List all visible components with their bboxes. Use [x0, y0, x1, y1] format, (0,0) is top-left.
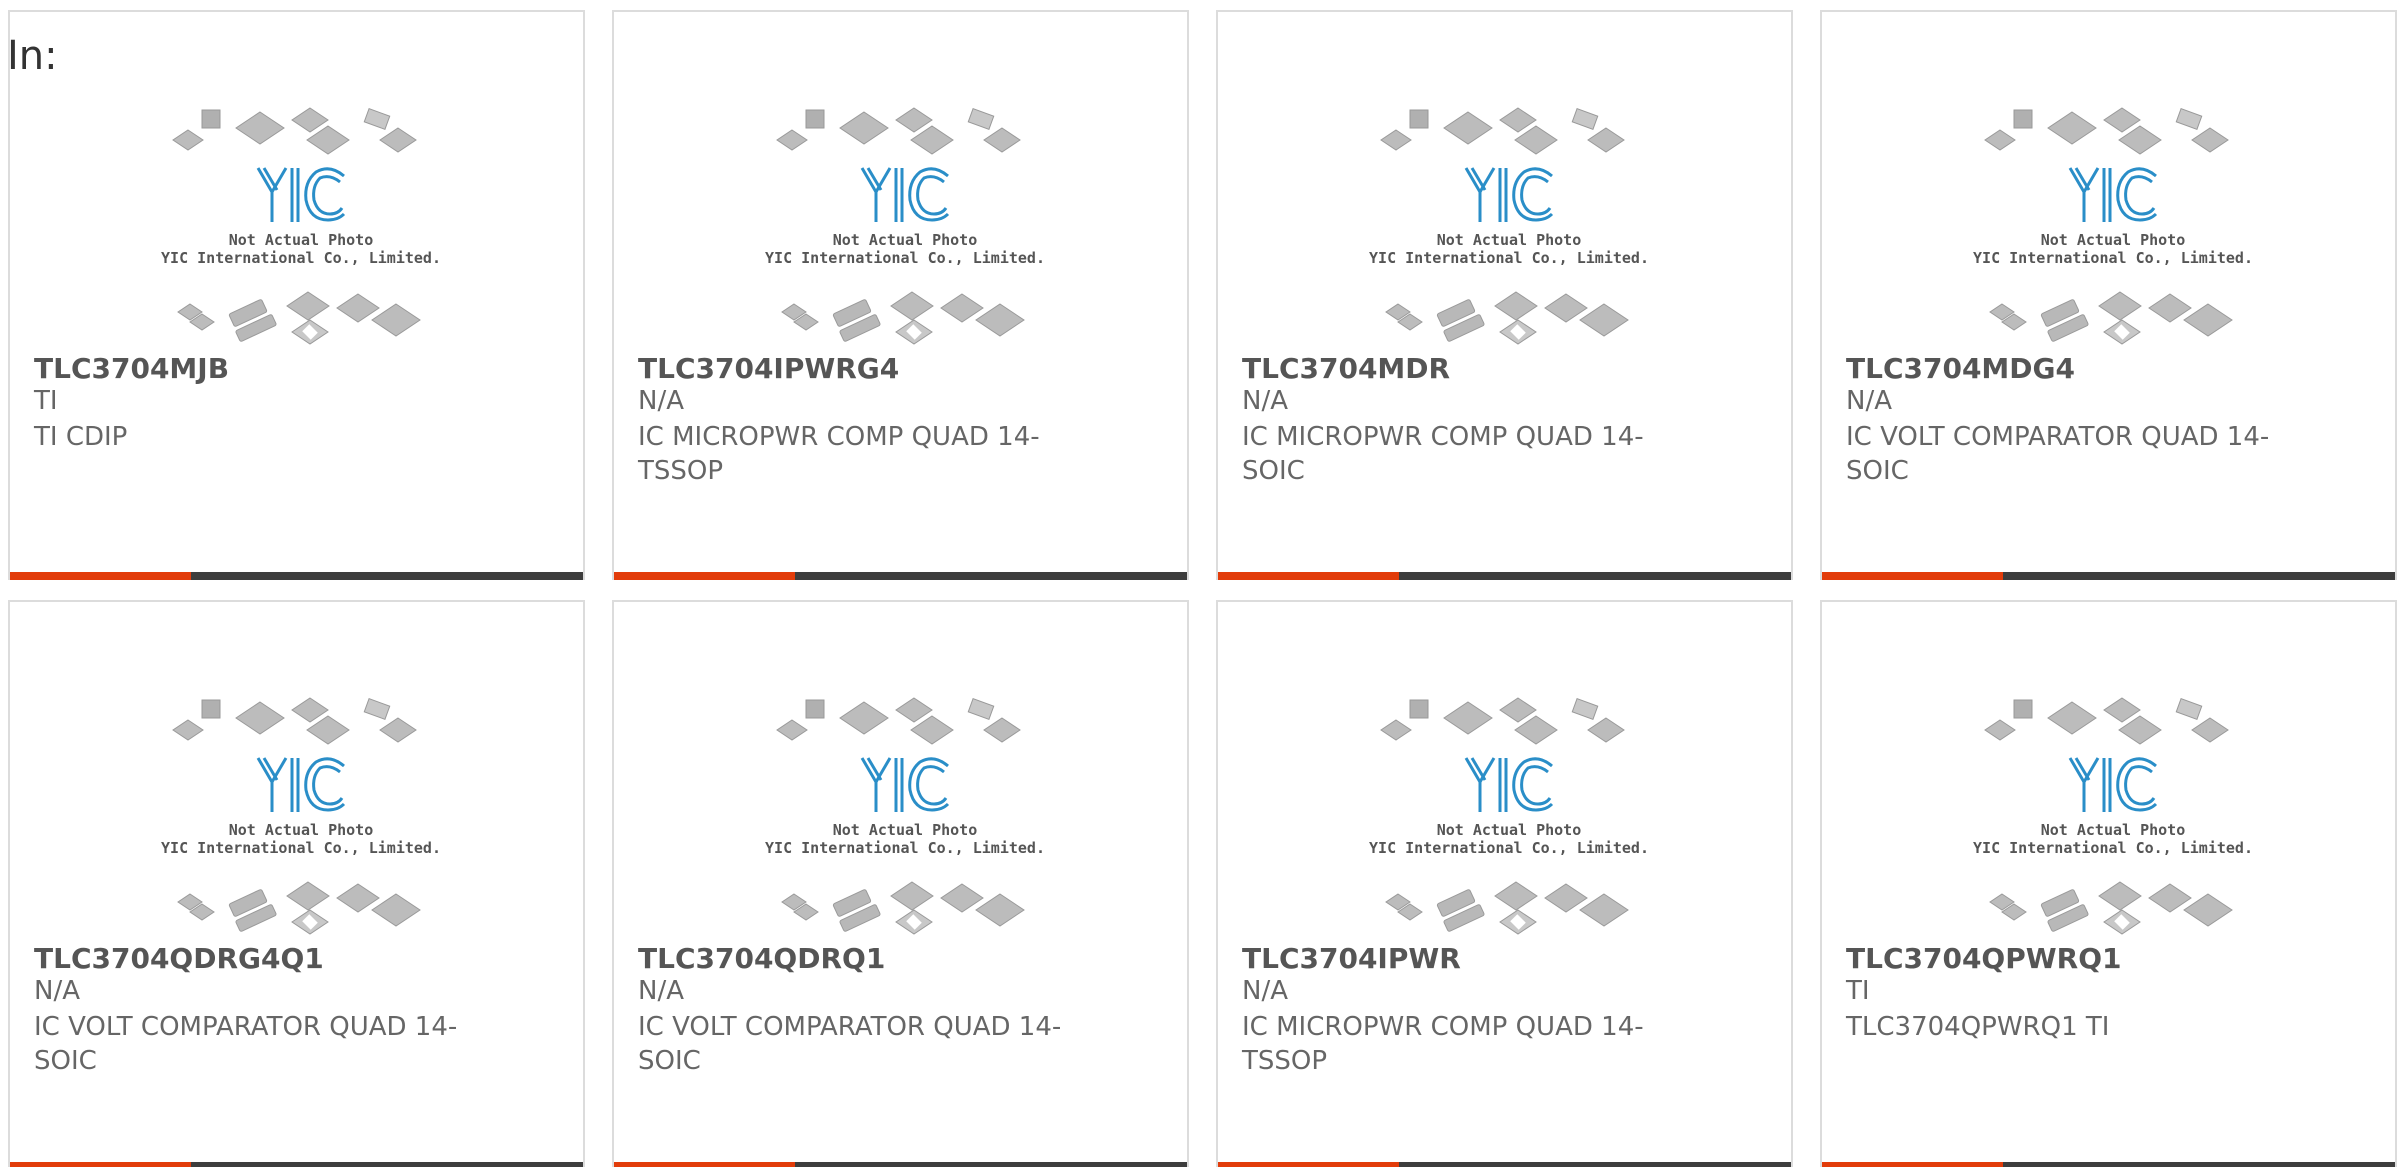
page: In: Not Actual Photo YIC International C… — [0, 0, 2400, 1167]
product-photo-placeholder: Not Actual Photo YIC International Co., … — [765, 697, 1045, 935]
card-accent-bar — [1822, 572, 2003, 580]
in-label: In: — [7, 33, 58, 79]
part-number-link[interactable]: TLC3704QDRQ1 — [638, 942, 885, 975]
chip-shapes-bottom — [177, 881, 421, 935]
product-card[interactable]: Not Actual Photo YIC International Co., … — [1820, 600, 2397, 1167]
yic-logo — [2068, 167, 2158, 222]
card-bottom-bar — [1822, 572, 2395, 580]
placeholder-caption-1: Not Actual Photo — [229, 231, 374, 249]
manufacturer-label: N/A — [1846, 386, 1892, 416]
card-accent-bar — [10, 572, 191, 580]
description-text: TI CDIP — [34, 422, 128, 452]
placeholder-caption-1: Not Actual Photo — [2041, 231, 2186, 249]
product-photo-placeholder: Not Actual Photo YIC International Co., … — [161, 697, 441, 935]
placeholder-caption-2: YIC International Co., Limited. — [1973, 249, 2253, 267]
product-card[interactable]: Not Actual Photo YIC International Co., … — [1820, 10, 2397, 580]
card-bottom-bar — [1822, 1162, 2395, 1167]
placeholder-caption-2: YIC International Co., Limited. — [765, 839, 1045, 857]
yic-logo — [256, 167, 346, 222]
placeholder-caption-2: YIC International Co., Limited. — [1973, 839, 2253, 857]
card-bottom-bar — [614, 572, 1187, 580]
chip-shapes-bottom — [781, 291, 1025, 345]
description-text: IC MICROPWR COMP QUAD 14-SOIC — [1242, 422, 1644, 486]
placeholder-caption-1: Not Actual Photo — [2041, 821, 2186, 839]
chip-shapes-top — [776, 697, 1021, 745]
product-photo-placeholder: Not Actual Photo YIC International Co., … — [765, 107, 1045, 345]
part-number-link[interactable]: TLC3704MJB — [34, 352, 229, 385]
chip-shapes-bottom — [1989, 291, 2233, 345]
manufacturer-label: N/A — [638, 386, 684, 416]
part-number-link[interactable]: TLC3704IPWRG4 — [638, 352, 899, 385]
card-accent-bar — [614, 572, 795, 580]
product-card[interactable]: Not Actual Photo YIC International Co., … — [8, 600, 585, 1167]
description-text: IC VOLT COMPARATOR QUAD 14-SOIC — [34, 1012, 458, 1076]
description-text: IC VOLT COMPARATOR QUAD 14-SOIC — [638, 1012, 1062, 1076]
product-photo-placeholder: Not Actual Photo YIC International Co., … — [1369, 697, 1649, 935]
card-bottom-bar — [10, 1162, 583, 1167]
chip-shapes-top — [1984, 107, 2229, 155]
placeholder-caption-1: Not Actual Photo — [833, 821, 978, 839]
description-text: IC MICROPWR COMP QUAD 14-TSSOP — [638, 422, 1040, 486]
card-accent-bar — [1218, 572, 1399, 580]
chip-shapes-bottom — [781, 881, 1025, 935]
product-photo-placeholder: Not Actual Photo YIC International Co., … — [1973, 697, 2253, 935]
chip-shapes-top — [1984, 697, 2229, 745]
part-number-link[interactable]: TLC3704MDG4 — [1846, 352, 2075, 385]
manufacturer-label: N/A — [34, 976, 80, 1006]
chip-shapes-bottom — [1385, 291, 1629, 345]
placeholder-caption-1: Not Actual Photo — [1437, 821, 1582, 839]
chip-shapes-bottom — [1989, 881, 2233, 935]
chip-shapes-bottom — [1385, 881, 1629, 935]
placeholder-caption-2: YIC International Co., Limited. — [161, 249, 441, 267]
part-number-link[interactable]: TLC3704QPWRQ1 — [1846, 942, 2121, 975]
chip-shapes-top — [172, 697, 417, 745]
yic-logo — [860, 757, 950, 812]
card-accent-bar — [614, 1162, 795, 1167]
manufacturer-label: TI — [1846, 976, 1870, 1006]
description-text: IC VOLT COMPARATOR QUAD 14-SOIC — [1846, 422, 2270, 486]
chip-shapes-top — [1380, 107, 1625, 155]
card-accent-bar — [1218, 1162, 1399, 1167]
manufacturer-label: TI — [34, 386, 58, 416]
manufacturer-label: N/A — [1242, 976, 1288, 1006]
product-card[interactable]: Not Actual Photo YIC International Co., … — [612, 10, 1189, 580]
manufacturer-label: N/A — [1242, 386, 1288, 416]
product-photo-placeholder: Not Actual Photo YIC International Co., … — [1369, 107, 1649, 345]
description-text: TLC3704QPWRQ1 TI — [1846, 1012, 2110, 1042]
yic-logo — [1464, 757, 1554, 812]
part-number-link[interactable]: TLC3704MDR — [1242, 352, 1450, 385]
yic-logo — [1464, 167, 1554, 222]
card-bottom-bar — [1218, 1162, 1791, 1167]
placeholder-caption-2: YIC International Co., Limited. — [765, 249, 1045, 267]
product-card[interactable]: Not Actual Photo YIC International Co., … — [1216, 600, 1793, 1167]
card-accent-bar — [10, 1162, 191, 1167]
card-bottom-bar — [10, 572, 583, 580]
yic-logo — [256, 757, 346, 812]
chip-shapes-top — [172, 107, 417, 155]
product-card[interactable]: Not Actual Photo YIC International Co., … — [612, 600, 1189, 1167]
placeholder-caption-1: Not Actual Photo — [833, 231, 978, 249]
part-number-link[interactable]: TLC3704QDRG4Q1 — [34, 942, 324, 975]
placeholder-caption-2: YIC International Co., Limited. — [161, 839, 441, 857]
card-bottom-bar — [614, 1162, 1187, 1167]
chip-shapes-top — [1380, 697, 1625, 745]
chip-shapes-bottom — [177, 291, 421, 345]
placeholder-caption-2: YIC International Co., Limited. — [1369, 249, 1649, 267]
description-text: IC MICROPWR COMP QUAD 14-TSSOP — [1242, 1012, 1644, 1076]
placeholder-caption-1: Not Actual Photo — [1437, 231, 1582, 249]
product-card[interactable]: Not Actual Photo YIC International Co., … — [1216, 10, 1793, 580]
placeholder-caption-2: YIC International Co., Limited. — [1369, 839, 1649, 857]
placeholder-caption-1: Not Actual Photo — [229, 821, 374, 839]
card-accent-bar — [1822, 1162, 2003, 1167]
product-card[interactable]: Not Actual Photo YIC International Co., … — [8, 10, 585, 580]
chip-shapes-top — [776, 107, 1021, 155]
yic-logo — [2068, 757, 2158, 812]
manufacturer-label: N/A — [638, 976, 684, 1006]
product-photo-placeholder: Not Actual Photo YIC International Co., … — [1973, 107, 2253, 345]
yic-logo — [860, 167, 950, 222]
part-number-link[interactable]: TLC3704IPWR — [1242, 942, 1461, 975]
card-bottom-bar — [1218, 572, 1791, 580]
product-photo-placeholder: Not Actual Photo YIC International Co., … — [161, 107, 441, 345]
